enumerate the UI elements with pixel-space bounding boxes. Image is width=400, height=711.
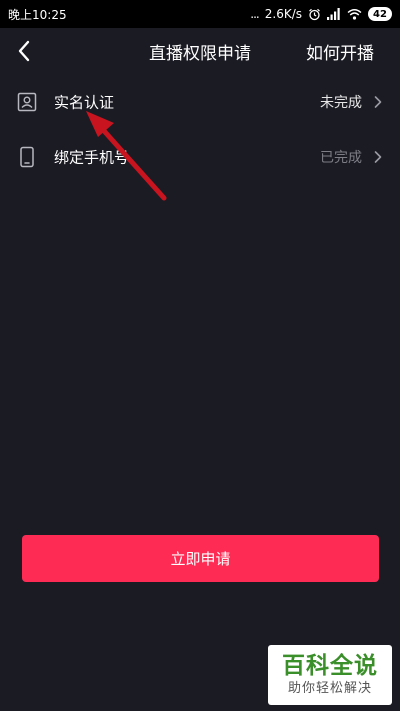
- status-indicators: ... 2.6K/s 42: [250, 7, 392, 21]
- item-status-bind-phone: 已完成: [320, 150, 362, 166]
- status-time: 晚上10:25: [8, 7, 67, 22]
- phone-icon: [17, 146, 37, 168]
- watermark-logo: 百科全说 助你轻松解决: [268, 645, 392, 705]
- item-status-real-name: 未完成: [320, 95, 362, 111]
- status-dots: ...: [250, 7, 260, 21]
- battery-icon: 42: [368, 7, 392, 21]
- item-label-real-name: 实名认证: [54, 93, 115, 112]
- apply-now-button[interactable]: 立即申请: [22, 535, 379, 582]
- status-bar: 晚上10:25 ... 2.6K/s 42: [0, 0, 400, 28]
- id-card-icon: [17, 92, 37, 112]
- list-item-real-name-verification[interactable]: 实名认证 未完成: [0, 74, 400, 130]
- watermark-title: 百科全说: [282, 653, 378, 679]
- wifi-icon: [347, 8, 362, 20]
- header: 直播权限申请 如何开播: [0, 28, 400, 74]
- list-item-bind-phone[interactable]: 绑定手机号 已完成: [0, 129, 400, 185]
- signal-icon: [327, 8, 341, 20]
- chevron-right-icon: [374, 96, 382, 109]
- how-to-stream-button[interactable]: 如何开播: [306, 39, 374, 64]
- network-speed: 2.6K/s: [264, 7, 302, 21]
- alarm-icon: [308, 8, 321, 21]
- item-label-bind-phone: 绑定手机号: [54, 148, 130, 167]
- watermark-subtitle: 助你轻松解决: [287, 681, 372, 696]
- chevron-right-icon: [374, 151, 382, 164]
- live-permission-screen: 晚上10:25 ... 2.6K/s 42 直播权限申请 如何开播 实名认证 未…: [0, 0, 400, 711]
